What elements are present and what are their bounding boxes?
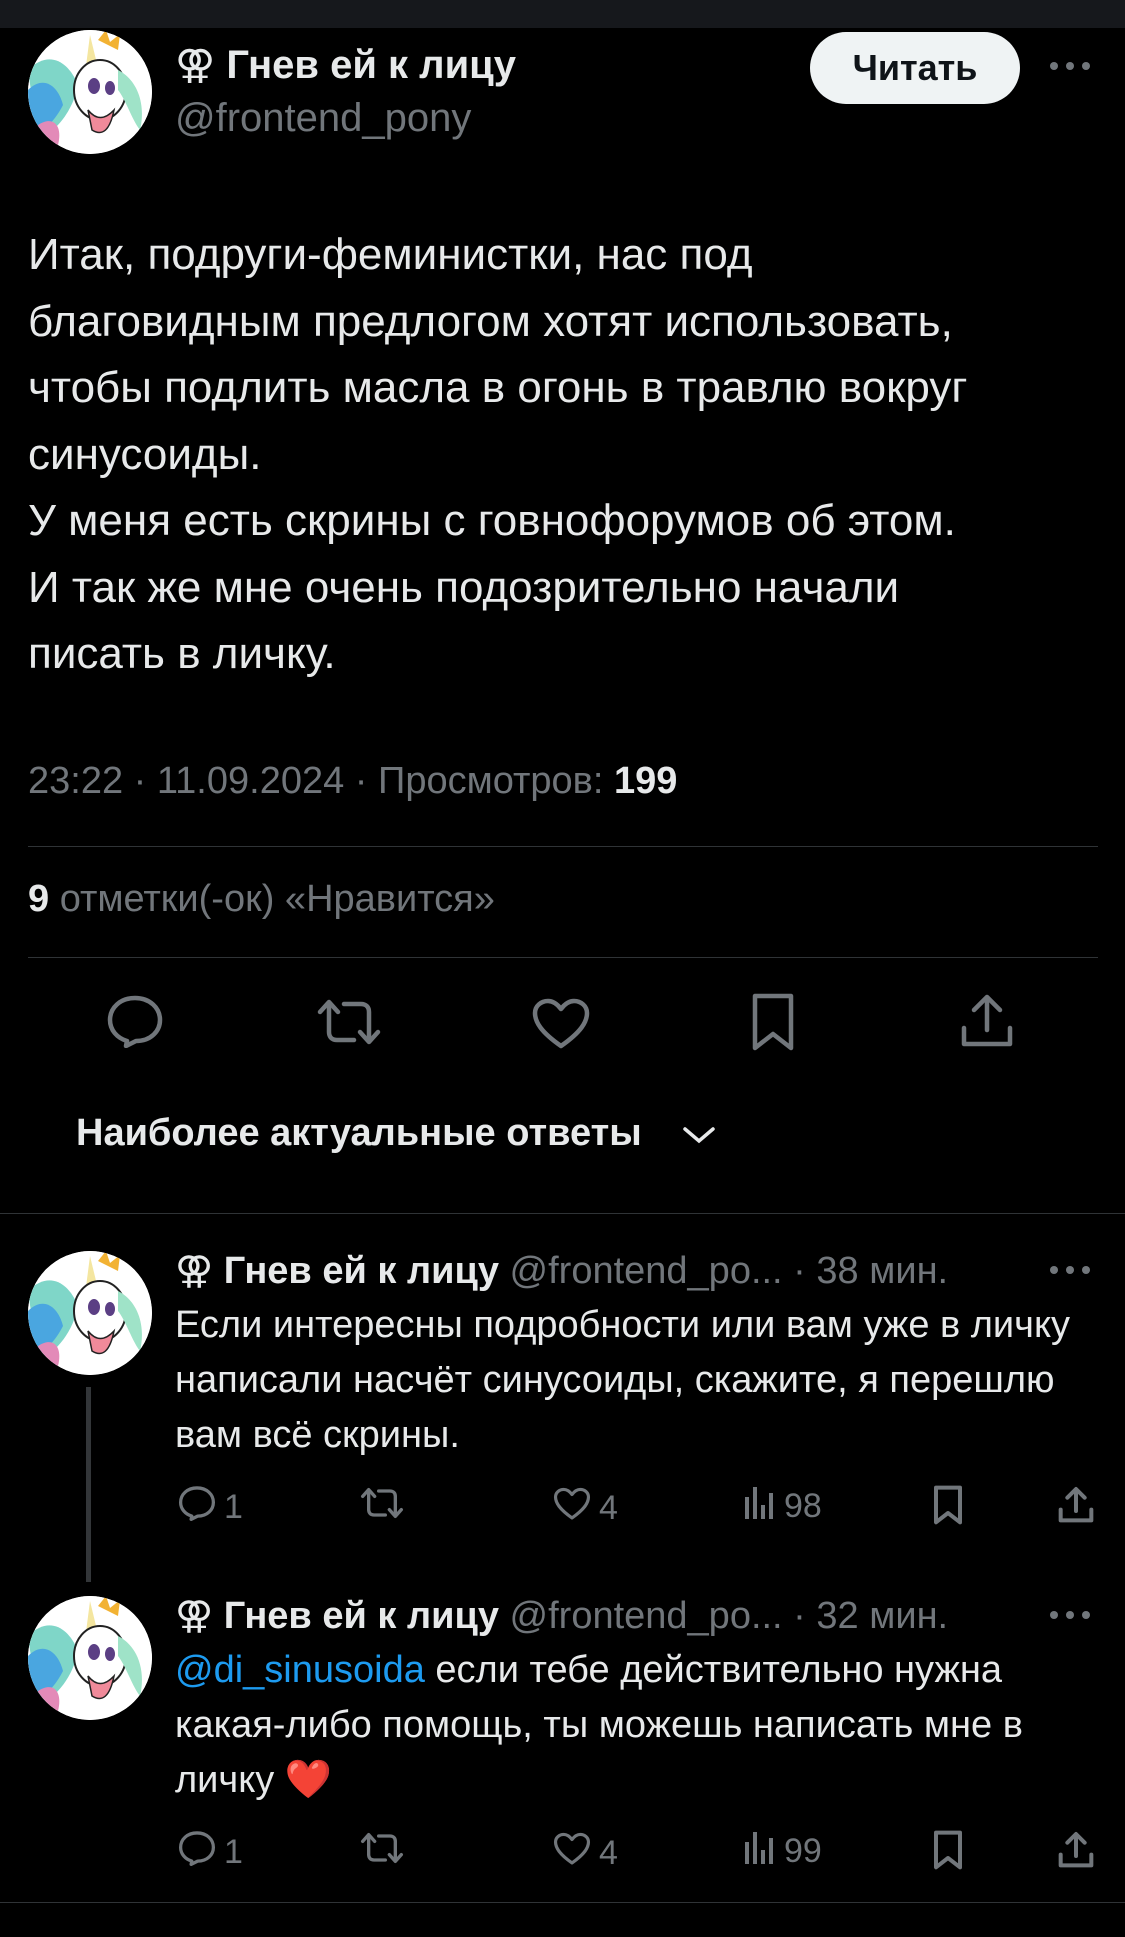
heart-icon bbox=[553, 1832, 591, 1875]
reply-display-name[interactable]: ⚢ Гнев ей к лицу bbox=[175, 1595, 499, 1637]
reply-header: ⚢ Гнев ей к лицу @frontend_po... · 38 ми… bbox=[175, 1248, 948, 1293]
bookmark-icon[interactable] bbox=[750, 992, 796, 1057]
venus-double-icon: ⚢ bbox=[175, 1595, 214, 1637]
display-name-text: Гнев ей к лицу bbox=[223, 1250, 499, 1292]
bookmark-icon[interactable] bbox=[932, 1485, 964, 1530]
author-handle[interactable]: @frontend_pony bbox=[175, 96, 471, 141]
reply-text: @di_sinusoida если тебе действительно ну… bbox=[175, 1643, 1095, 1808]
reply-time[interactable]: · 38 мин. bbox=[783, 1250, 948, 1292]
red-heart-emoji: ❤️ bbox=[284, 1759, 333, 1801]
venus-double-icon: ⚢ bbox=[175, 43, 216, 87]
reply-header: ⚢ Гнев ей к лицу @frontend_po... · 32 ми… bbox=[175, 1593, 948, 1638]
follow-button[interactable]: Читать bbox=[810, 32, 1020, 104]
more-horizontal-icon[interactable] bbox=[1048, 1607, 1092, 1628]
chevron-down-icon bbox=[682, 1112, 716, 1155]
reply-handle[interactable]: @frontend_po... bbox=[510, 1250, 783, 1292]
more-horizontal-icon[interactable] bbox=[1048, 1262, 1092, 1283]
tweet-text: Итак, подруги-феминистки, нас под благов… bbox=[28, 230, 968, 678]
retweet-icon bbox=[360, 1832, 404, 1873]
tweet-meta: 23:22 · 11.09.2024 · Просмотров: 199 bbox=[28, 760, 677, 803]
reply-handle[interactable]: @frontend_po... bbox=[510, 1595, 783, 1637]
reply-text: Если интересны подробности или вам уже в… bbox=[175, 1304, 1071, 1456]
likes-count: 9 bbox=[28, 878, 50, 920]
views-count: 99 bbox=[784, 1832, 822, 1870]
author-display-name[interactable]: ⚢ Гнев ей к лицу bbox=[175, 42, 516, 88]
retweet-button[interactable] bbox=[360, 1832, 412, 1873]
like-count: 4 bbox=[599, 1834, 618, 1872]
author-avatar[interactable] bbox=[28, 30, 152, 154]
display-name-text: Гнев ей к лицу bbox=[226, 43, 517, 87]
display-name-text: Гнев ей к лицу bbox=[223, 1595, 499, 1637]
mention-link[interactable]: @di_sinusoida bbox=[175, 1649, 425, 1691]
like-button[interactable]: 4 bbox=[553, 1487, 618, 1530]
reply-avatar[interactable] bbox=[28, 1596, 152, 1720]
reply-count: 1 bbox=[224, 1488, 243, 1526]
retweet-icon bbox=[360, 1487, 404, 1528]
retweet-icon[interactable] bbox=[316, 998, 382, 1051]
divider bbox=[28, 957, 1098, 958]
reply-icon[interactable] bbox=[106, 994, 164, 1053]
like-button[interactable]: 4 bbox=[553, 1832, 618, 1875]
venus-double-icon: ⚢ bbox=[175, 1250, 214, 1292]
bookmark-icon[interactable] bbox=[932, 1830, 964, 1875]
divider bbox=[28, 846, 1098, 847]
share-icon[interactable] bbox=[960, 992, 1014, 1055]
divider bbox=[0, 1213, 1125, 1214]
likes-summary[interactable]: 9 отметки(-ок) «Нравится» bbox=[28, 878, 495, 921]
reply-display-name[interactable]: ⚢ Гнев ей к лицу bbox=[175, 1250, 499, 1292]
reply-avatar[interactable] bbox=[28, 1251, 152, 1375]
tweet-timestamp[interactable]: 23:22 · 11.09.2024 · bbox=[28, 760, 378, 802]
bottom-strip bbox=[0, 1903, 1125, 1937]
views-label: Просмотров: bbox=[378, 760, 614, 802]
share-icon[interactable] bbox=[1058, 1830, 1094, 1875]
heart-icon[interactable] bbox=[531, 998, 591, 1055]
retweet-button[interactable] bbox=[360, 1487, 412, 1528]
views-button[interactable]: 98 bbox=[744, 1485, 822, 1528]
reply-count-button[interactable]: 1 bbox=[178, 1485, 243, 1530]
sort-label: Наиболее актуальные ответы bbox=[76, 1112, 642, 1154]
replies-sort-dropdown[interactable]: Наиболее актуальные ответы bbox=[76, 1112, 716, 1155]
likes-label: отметки(-ок) «Нравится» bbox=[49, 878, 495, 920]
reply-icon bbox=[178, 1485, 216, 1530]
views-count: 199 bbox=[613, 760, 678, 802]
views-count: 98 bbox=[784, 1487, 822, 1525]
thread-connector-line bbox=[86, 1387, 91, 1582]
analytics-icon bbox=[744, 1485, 776, 1528]
status-bar-strip bbox=[0, 0, 1125, 28]
reply-icon bbox=[178, 1830, 216, 1875]
reply-count: 1 bbox=[224, 1833, 243, 1871]
reply-count-button[interactable]: 1 bbox=[178, 1830, 243, 1875]
analytics-icon bbox=[744, 1830, 776, 1873]
like-count: 4 bbox=[599, 1489, 618, 1527]
reply-time[interactable]: · 32 мин. bbox=[783, 1595, 948, 1637]
share-icon[interactable] bbox=[1058, 1485, 1094, 1530]
more-horizontal-icon[interactable] bbox=[1048, 58, 1092, 79]
heart-icon bbox=[553, 1487, 591, 1530]
views-button[interactable]: 99 bbox=[744, 1830, 822, 1873]
